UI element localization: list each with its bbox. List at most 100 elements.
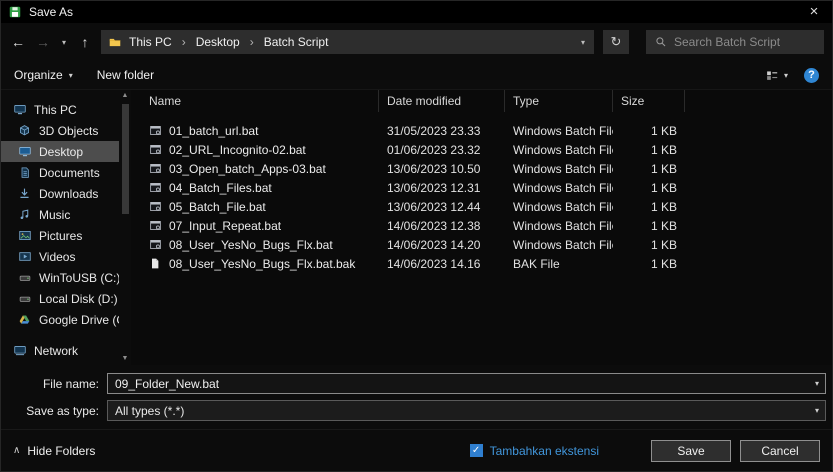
save-as-type-label: Save as type: bbox=[26, 403, 99, 418]
sidebar-item-label: Music bbox=[39, 207, 71, 222]
toolbar: Organize ▾ New folder ▾ ? bbox=[1, 61, 832, 90]
breadcrumb-chevron-icon[interactable]: › bbox=[182, 35, 186, 49]
file-size: 1 KB bbox=[650, 161, 677, 176]
refresh-button[interactable]: ↻ bbox=[603, 30, 629, 54]
file-size: 1 KB bbox=[650, 256, 677, 271]
file-size: 1 KB bbox=[650, 218, 677, 233]
file-type: Windows Batch File bbox=[513, 180, 613, 195]
address-bar[interactable]: This PC › Desktop › Batch Script ▾ bbox=[101, 30, 594, 54]
sidebar-item-wintousb-c[interactable]: WinToUSB (C:) bbox=[1, 267, 119, 288]
chevron-down-icon: ▾ bbox=[783, 70, 788, 80]
file-type: Windows Batch File bbox=[513, 218, 613, 233]
view-mode-button[interactable]: ▾ bbox=[765, 69, 788, 82]
bat-file-icon bbox=[149, 143, 162, 156]
scroll-down-icon[interactable]: ▼ bbox=[122, 354, 129, 364]
hide-folders-button[interactable]: ∧ Hide Folders bbox=[13, 444, 95, 458]
file-row[interactable]: 05_Batch_File.bat 13/06/2023 12.44 Windows… bbox=[131, 197, 832, 216]
sidebar-item-music[interactable]: Music bbox=[1, 204, 119, 225]
save-as-type-select[interactable]: All types (*.*) ▾ bbox=[107, 400, 826, 421]
file-row[interactable]: 04_Batch_Files.bat 13/06/2023 12.31 Window… bbox=[131, 178, 832, 197]
close-icon[interactable]: × bbox=[796, 1, 832, 23]
file-rows: 01_batch_url.bat 31/05/2023 23.33 Windows … bbox=[131, 112, 832, 273]
sidebar-item-documents[interactable]: Documents bbox=[1, 162, 119, 183]
toolbar-right: ▾ ? bbox=[765, 67, 819, 83]
column-header-date-modified[interactable]: Date modified bbox=[379, 90, 505, 112]
desktop-icon bbox=[17, 145, 32, 158]
sidebar-item-label: Local Disk (D:) bbox=[39, 291, 118, 306]
sidebar-item-label: Documents bbox=[39, 165, 100, 180]
scroll-up-icon[interactable]: ▲ bbox=[122, 91, 129, 101]
file-name: 07_Input_Repeat.bat bbox=[169, 218, 282, 233]
sidebar-item-label: This PC bbox=[34, 102, 77, 117]
file-date-modified: 14/06/2023 14.20 bbox=[387, 237, 481, 252]
help-button[interactable]: ? bbox=[804, 67, 819, 83]
breadcrumb-item[interactable]: This PC bbox=[129, 35, 172, 49]
file-date-modified: 01/06/2023 23.32 bbox=[387, 142, 481, 157]
file-row[interactable]: 07_Input_Repeat.bat 14/06/2023 12.38 Windo… bbox=[131, 216, 832, 235]
organize-button[interactable]: Organize ▾ bbox=[14, 68, 73, 82]
file-size: 1 KB bbox=[650, 142, 677, 157]
cube-icon bbox=[17, 124, 32, 137]
recent-locations-dropdown-icon[interactable]: ▾ bbox=[59, 38, 69, 47]
file-type: Windows Batch File bbox=[513, 161, 613, 176]
sidebar-item-downloads[interactable]: Downloads bbox=[1, 183, 119, 204]
search-box[interactable] bbox=[646, 30, 824, 54]
new-folder-button[interactable]: New folder bbox=[97, 68, 154, 82]
sidebar-item-network[interactable]: Network bbox=[1, 340, 119, 361]
sidebar-item-pictures[interactable]: Pictures bbox=[1, 225, 119, 246]
file-name-label: File name: bbox=[42, 376, 99, 391]
window-title: Save As bbox=[29, 5, 74, 19]
back-button[interactable]: ← bbox=[9, 34, 27, 50]
file-date-modified: 14/06/2023 12.38 bbox=[387, 218, 481, 233]
forward-button[interactable]: → bbox=[34, 34, 52, 50]
breadcrumb-item[interactable]: Desktop bbox=[196, 35, 240, 49]
file-type: Windows Batch File bbox=[513, 123, 613, 138]
column-header-type[interactable]: Type bbox=[505, 90, 613, 112]
file-name: 05_Batch_File.bat bbox=[169, 199, 266, 214]
file-date-modified: 14/06/2023 14.16 bbox=[387, 256, 481, 271]
downloads-icon bbox=[17, 187, 32, 200]
pc-icon bbox=[12, 103, 27, 116]
file-row[interactable]: 01_batch_url.bat 31/05/2023 23.33 Windows … bbox=[131, 121, 832, 140]
chevron-down-icon: ▾ bbox=[68, 70, 73, 80]
sidebar-item-videos[interactable]: Videos bbox=[1, 246, 119, 267]
cancel-button[interactable]: Cancel bbox=[740, 439, 820, 462]
file-row[interactable]: 03_Open_batch_Apps-03.bat 13/06/2023 10.5… bbox=[131, 159, 832, 178]
column-header-name[interactable]: Name bbox=[131, 90, 379, 112]
sidebar-item-3d-objects[interactable]: 3D Objects bbox=[1, 120, 119, 141]
sidebar-item-label: Desktop bbox=[39, 144, 84, 159]
address-dropdown-icon[interactable]: ▾ bbox=[581, 38, 587, 47]
file-row[interactable]: 02_URL_Incognito-02.bat 01/06/2023 23.32 W… bbox=[131, 140, 832, 159]
sidebar-item-label: 3D Objects bbox=[39, 123, 99, 138]
videos-icon bbox=[17, 250, 32, 263]
navigation-bar: ← → ▾ ↑ This PC › Desktop › Batch Script ▾ ↻ bbox=[1, 23, 832, 61]
file-size: 1 KB bbox=[650, 237, 677, 252]
up-button[interactable]: ↑ bbox=[76, 34, 94, 50]
sidebar-item-desktop[interactable]: Desktop bbox=[1, 141, 119, 162]
add-extension-checkbox-group[interactable]: ✓ Tambahkan ekstensi bbox=[469, 444, 599, 458]
column-header-size[interactable]: Size bbox=[613, 90, 685, 112]
file-name-input[interactable] bbox=[108, 376, 809, 391]
file-type: Windows Batch File bbox=[513, 199, 613, 214]
scrollbar-thumb[interactable] bbox=[121, 104, 129, 214]
file-row[interactable]: 08_User_YesNo_Bugs_Flx.bat 14/06/2023 14.… bbox=[131, 235, 832, 254]
fields-section: File name: ▾ Save as type: All types (*.… bbox=[1, 365, 832, 429]
sidebar-item-local-disk-d[interactable]: Local Disk (D:) bbox=[1, 288, 119, 309]
save-button[interactable]: Save bbox=[651, 439, 731, 462]
sidebar-item-this-pc[interactable]: This PC bbox=[1, 99, 119, 120]
search-input[interactable] bbox=[674, 35, 815, 49]
add-extension-checkbox[interactable]: ✓ bbox=[469, 444, 483, 457]
pictures-icon bbox=[17, 229, 32, 242]
view-grid-icon bbox=[767, 70, 778, 80]
sidebar-item-label: Pictures bbox=[39, 228, 83, 243]
file-row[interactable]: 08_User_YesNo_Bugs_Flx.bat.bak 14/06/2023… bbox=[131, 254, 832, 273]
sidebar-item-google-drive-g[interactable]: Google Drive (G: bbox=[1, 309, 119, 330]
file-type: Windows Batch File bbox=[513, 142, 613, 157]
sidebar-scrollbar[interactable]: ▲ ▼ bbox=[119, 90, 131, 365]
breadcrumb-chevron-icon[interactable]: › bbox=[250, 35, 254, 49]
file-size: 1 KB bbox=[650, 123, 677, 138]
breadcrumb-item[interactable]: Batch Script bbox=[264, 35, 329, 49]
file-name-dropdown-icon[interactable]: ▾ bbox=[809, 379, 825, 388]
sidebar-item-label: Videos bbox=[39, 249, 76, 264]
sidebar: This PC 3D Objects Desktop Documents Downloa… bbox=[1, 90, 119, 365]
